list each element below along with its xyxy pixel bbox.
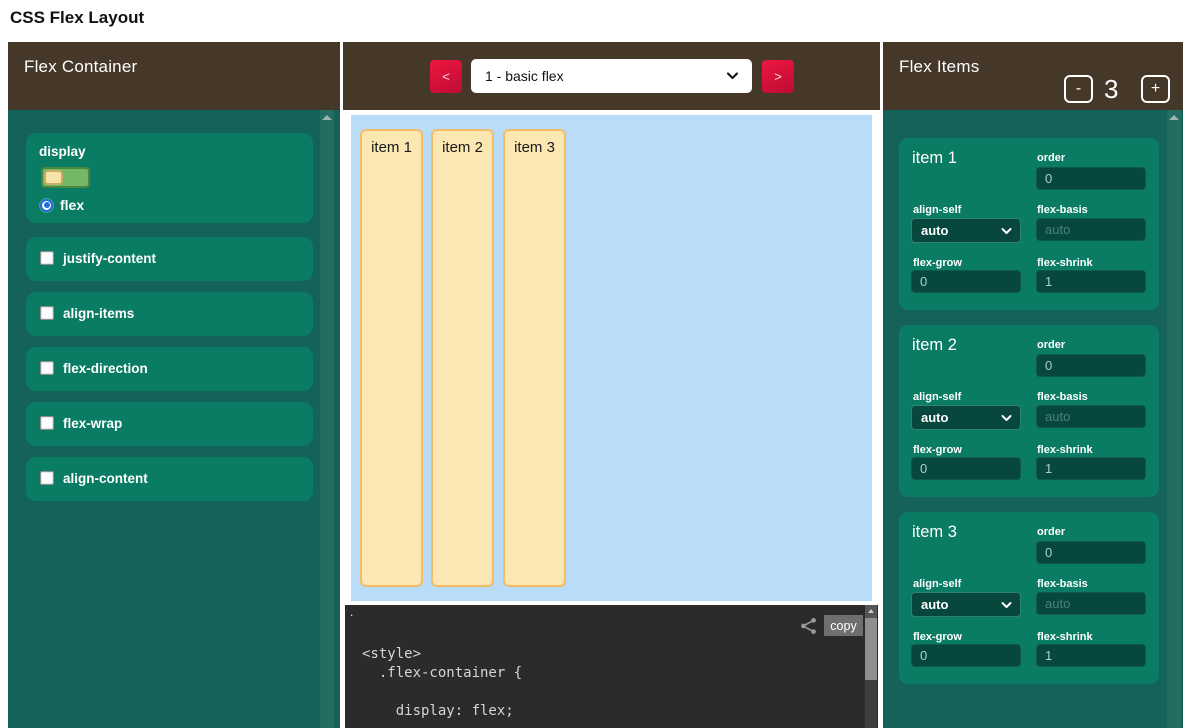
align-self-label: align-self: [913, 391, 961, 403]
add-item-button[interactable]: +: [1141, 75, 1170, 103]
align-self-select[interactable]: auto: [911, 592, 1021, 617]
align-self-select-wrap: auto: [911, 218, 1021, 243]
flex-shrink-input[interactable]: [1036, 644, 1146, 667]
flex-direction-card: flex-direction: [26, 347, 313, 391]
flex-wrap-card: flex-wrap: [26, 402, 313, 446]
flex-radio[interactable]: [40, 199, 53, 212]
flex-direction-checkbox[interactable]: [40, 361, 54, 375]
flex-grow-input[interactable]: [911, 270, 1021, 293]
code-block: <style> .flex-container { display: flex;: [362, 645, 522, 721]
flex-grow-input[interactable]: [911, 457, 1021, 480]
flex-basis-input[interactable]: [1036, 218, 1146, 241]
order-input[interactable]: [1036, 541, 1146, 564]
order-label: order: [1037, 526, 1065, 538]
flex-shrink-input[interactable]: [1036, 270, 1146, 293]
item-name: item 2: [912, 336, 957, 355]
justify-content-label: justify-content: [63, 251, 156, 266]
flex-grow-input[interactable]: [911, 644, 1021, 667]
flex-wrap-label: flex-wrap: [63, 416, 122, 431]
flex-shrink-label: flex-shrink: [1037, 257, 1093, 269]
toggle-knob[interactable]: [44, 170, 63, 185]
scroll-up-arrow-icon[interactable]: [1169, 115, 1179, 120]
code-line: <style>: [362, 646, 421, 662]
item-1-card: item 1 order align-self auto flex-basis …: [899, 138, 1159, 310]
align-self-select-wrap: auto: [911, 405, 1021, 430]
item-3-card: item 3 order align-self auto flex-basis …: [899, 512, 1159, 684]
demo-selector-header: < 1 - basic flex >: [343, 42, 880, 110]
flex-grow-label: flex-grow: [913, 257, 962, 269]
right-panel-scrollbar[interactable]: [1167, 110, 1181, 728]
align-self-label: align-self: [913, 578, 961, 590]
demo-select[interactable]: 1 - basic flex: [471, 59, 752, 93]
flex-basis-label: flex-basis: [1037, 578, 1088, 590]
order-input[interactable]: [1036, 354, 1146, 377]
order-label: order: [1037, 152, 1065, 164]
demo-select-wrap: 1 - basic flex: [471, 59, 752, 93]
flex-items-header: Flex Items - 3 +: [883, 42, 1183, 110]
demo-flex-item-2: item 2: [431, 129, 494, 587]
flex-items-panel: Flex Items - 3 + item 1 order align-self…: [883, 42, 1183, 728]
scroll-up-arrow-icon[interactable]: [322, 115, 332, 120]
align-items-card: align-items: [26, 292, 313, 336]
page-title: CSS Flex Layout: [10, 8, 144, 28]
copy-button[interactable]: copy: [824, 615, 863, 636]
display-toggle[interactable]: [41, 167, 90, 188]
code-viewer: . copy <style> .flex-container { display…: [345, 605, 878, 728]
align-self-select[interactable]: auto: [911, 405, 1021, 430]
flex-container-header: Flex Container: [8, 42, 340, 110]
flex-shrink-label: flex-shrink: [1037, 444, 1093, 456]
align-content-label: align-content: [63, 471, 148, 486]
app-root: CSS Flex Layout Flex Container display f…: [0, 0, 1199, 728]
justify-content-card: justify-content: [26, 237, 313, 281]
align-self-select[interactable]: auto: [911, 218, 1021, 243]
share-icon[interactable]: [799, 617, 818, 635]
display-flex-radio-row: flex: [40, 197, 84, 213]
align-content-checkbox[interactable]: [40, 471, 54, 485]
demo-flex-item-1: item 1: [360, 129, 423, 587]
display-card: display flex: [26, 133, 313, 223]
flex-basis-label: flex-basis: [1037, 391, 1088, 403]
flex-grow-label: flex-grow: [913, 444, 962, 456]
item-2-card: item 2 order align-self auto flex-basis …: [899, 325, 1159, 497]
flex-items-title: Flex Items: [899, 57, 979, 77]
flex-container-body: display flex justify-content align-items: [8, 110, 340, 728]
code-scrollbar[interactable]: [865, 605, 877, 728]
flex-direction-label: flex-direction: [63, 361, 148, 376]
flex-container-title: Flex Container: [24, 57, 137, 77]
code-line: display: flex;: [362, 703, 514, 719]
flex-items-body: item 1 order align-self auto flex-basis …: [883, 110, 1183, 728]
flex-demo-container: item 1 item 2 item 3: [351, 115, 872, 601]
flex-radio-label: flex: [60, 197, 84, 213]
order-label: order: [1037, 339, 1065, 351]
display-label: display: [39, 144, 86, 159]
align-items-checkbox[interactable]: [40, 306, 54, 320]
justify-content-checkbox[interactable]: [40, 251, 54, 265]
flex-basis-label: flex-basis: [1037, 204, 1088, 216]
align-self-select-wrap: auto: [911, 592, 1021, 617]
item-count: 3: [1104, 74, 1118, 105]
item-name: item 1: [912, 149, 957, 168]
flex-shrink-input[interactable]: [1036, 457, 1146, 480]
flex-wrap-checkbox[interactable]: [40, 416, 54, 430]
remove-item-button[interactable]: -: [1064, 75, 1093, 103]
align-content-card: align-content: [26, 457, 313, 501]
code-line: .flex-container {: [362, 665, 522, 681]
code-scrollbar-thumb[interactable]: [865, 618, 877, 680]
flex-basis-input[interactable]: [1036, 592, 1146, 615]
prev-demo-button[interactable]: <: [430, 60, 462, 93]
next-demo-button[interactable]: >: [762, 60, 794, 93]
preview-panel: < 1 - basic flex > item 1 item 2 item 3 …: [343, 42, 880, 728]
left-panel-scrollbar[interactable]: [320, 110, 334, 728]
flex-basis-input[interactable]: [1036, 405, 1146, 428]
align-items-label: align-items: [63, 306, 134, 321]
scroll-up-arrow-icon[interactable]: [865, 605, 877, 618]
item-name: item 3: [912, 523, 957, 542]
demo-flex-item-3: item 3: [503, 129, 566, 587]
flex-shrink-label: flex-shrink: [1037, 631, 1093, 643]
order-input[interactable]: [1036, 167, 1146, 190]
code-dot: .: [350, 605, 353, 619]
flex-grow-label: flex-grow: [913, 631, 962, 643]
align-self-label: align-self: [913, 204, 961, 216]
flex-container-panel: Flex Container display flex justify-cont…: [8, 42, 340, 728]
